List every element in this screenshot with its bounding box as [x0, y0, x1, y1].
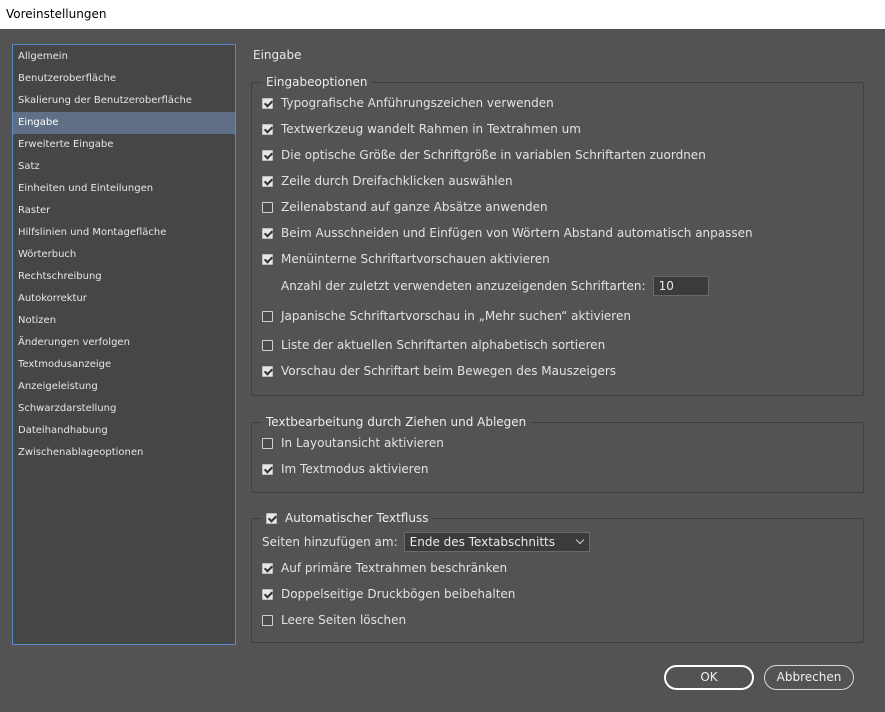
checkbox[interactable]	[262, 463, 273, 475]
checkbox[interactable]	[262, 562, 273, 574]
hover-preview-option[interactable]: Vorschau der Schriftart beim Bewegen des…	[262, 363, 616, 379]
sidebar-item-textmodusanzeige[interactable]: Textmodusanzeige	[13, 354, 235, 376]
sidebar-item-anzeigeleistung[interactable]: Anzeigeleistung	[13, 376, 235, 398]
sidebar-item-satz[interactable]: Satz	[13, 156, 235, 178]
smart-reflow-group: Automatischer Textfluss Seiten hinzufüge…	[251, 510, 864, 643]
checkbox[interactable]	[262, 339, 273, 351]
checkbox[interactable]	[262, 365, 273, 377]
checkbox-label: Die optische Größe der Schriftgröße in v…	[281, 148, 706, 162]
checkbox[interactable]	[262, 175, 273, 187]
checkbox-label: Liste der aktuellen Schriftarten alphabe…	[281, 338, 606, 352]
checkbox[interactable]	[262, 437, 273, 449]
chevron-down-icon	[575, 535, 584, 545]
page-title: Eingabe	[253, 48, 302, 62]
window-title: Voreinstellungen	[0, 0, 885, 29]
recent-fonts-row: Anzahl der zuletzt verwendeten anzuzeige…	[281, 276, 709, 296]
checkbox-label: In Layoutansicht aktivieren	[281, 436, 444, 450]
sidebar-item-benutzeroberflaeche[interactable]: Benutzeroberfläche	[13, 68, 235, 90]
cancel-button[interactable]: Abbrechen	[764, 665, 854, 690]
checkbox-label: Im Textmodus aktivieren	[281, 462, 429, 476]
add-pages-row: Seiten hinzufügen am: Ende des Textabsch…	[262, 532, 590, 552]
checkbox[interactable]	[262, 123, 273, 135]
japanese-preview-option[interactable]: Japanische Schriftartvorschau in „Mehr s…	[262, 308, 631, 324]
checkbox[interactable]	[262, 97, 273, 109]
sidebar-item-autokorrektur[interactable]: Autokorrektur	[13, 288, 235, 310]
checkbox[interactable]	[262, 310, 273, 322]
checkbox-label: Doppelseitige Druckbögen beibehalten	[281, 587, 516, 601]
sidebar-item-schwarzdarstellung[interactable]: Schwarzdarstellung	[13, 398, 235, 420]
typographic-quotes-option[interactable]: Typografische Anführungszeichen verwende…	[262, 95, 554, 111]
checkbox-label: Menüinterne Schriftartvorschauen aktivie…	[281, 252, 550, 266]
checkbox-label: Japanische Schriftartvorschau in „Mehr s…	[281, 309, 631, 323]
group-title: Eingabeoptionen	[262, 74, 372, 90]
checkbox-label: Textwerkzeug wandelt Rahmen in Textrahme…	[281, 122, 581, 136]
checkbox-label: Vorschau der Schriftart beim Bewegen des…	[281, 364, 617, 378]
optical-size-option[interactable]: Die optische Größe der Schriftgröße in v…	[262, 147, 706, 163]
checkbox[interactable]	[262, 614, 273, 626]
ok-button[interactable]: OK	[664, 665, 754, 690]
sidebar-item-woerterbuch[interactable]: Wörterbuch	[13, 244, 235, 266]
group-title: Textbearbeitung durch Ziehen und Ablegen	[262, 414, 531, 430]
checkbox-label: Beim Ausschneiden und Einfügen von Wörte…	[281, 226, 753, 240]
sidebar-item-allgemein[interactable]: Allgemein	[13, 46, 235, 68]
checkbox-label: Zeile durch Dreifachklicken auswählen	[281, 174, 513, 188]
checkbox[interactable]	[262, 201, 273, 213]
checkbox-label: Automatischer Textfluss	[285, 511, 429, 525]
preserve-spreads-option[interactable]: Doppelseitige Druckbögen beibehalten	[262, 586, 515, 602]
recent-fonts-input[interactable]: 10	[652, 276, 709, 296]
sidebar-item-rechtschreibung[interactable]: Rechtschreibung	[13, 266, 235, 288]
sidebar-item-hilfslinien[interactable]: Hilfslinien und Montagefläche	[13, 222, 235, 244]
checkbox-label: Leere Seiten löschen	[281, 613, 407, 627]
sidebar-item-erweiterte-eingabe[interactable]: Erweiterte Eingabe	[13, 134, 235, 156]
input-options-group: Eingabeoptionen Typografische Anführungs…	[251, 74, 864, 396]
preferences-dialog: Allgemein Benutzeroberfläche Skalierung …	[0, 29, 885, 712]
checkbox[interactable]	[262, 253, 273, 265]
select-value: Ende des Textabschnitts	[409, 535, 556, 549]
checkbox[interactable]	[262, 149, 273, 161]
sidebar-item-zwischenablage[interactable]: Zwischenablageoptionen	[13, 442, 235, 464]
checkbox-label: Auf primäre Textrahmen beschränken	[281, 561, 508, 575]
sidebar: Allgemein Benutzeroberfläche Skalierung …	[12, 44, 236, 645]
checkbox[interactable]	[266, 512, 277, 524]
sidebar-item-dateihandhabung[interactable]: Dateihandhabung	[13, 420, 235, 442]
limit-primary-option[interactable]: Auf primäre Textrahmen beschränken	[262, 560, 507, 576]
triple-click-option[interactable]: Zeile durch Dreifachklicken auswählen	[262, 173, 513, 189]
recent-fonts-label: Anzahl der zuletzt verwendeten anzuzeige…	[281, 279, 646, 293]
sort-fonts-option[interactable]: Liste der aktuellen Schriftarten alphabe…	[262, 337, 605, 353]
sidebar-item-notizen[interactable]: Notizen	[13, 310, 235, 332]
checkbox[interactable]	[262, 588, 273, 600]
add-pages-select[interactable]: Ende des Textabschnitts	[403, 532, 590, 552]
adjust-spacing-option[interactable]: Beim Ausschneiden und Einfügen von Wörte…	[262, 225, 753, 241]
leading-whole-option[interactable]: Zeilenabstand auf ganze Absätze anwenden	[262, 199, 548, 215]
delete-empty-option[interactable]: Leere Seiten löschen	[262, 612, 406, 628]
menu-preview-option[interactable]: Menüinterne Schriftartvorschauen aktivie…	[262, 251, 550, 267]
checkbox-label: Zeilenabstand auf ganze Absätze anwenden	[281, 200, 548, 214]
sidebar-item-raster[interactable]: Raster	[13, 200, 235, 222]
drag-drop-group: Textbearbeitung durch Ziehen und Ablegen…	[251, 414, 864, 493]
type-tool-converts-option[interactable]: Textwerkzeug wandelt Rahmen in Textrahme…	[262, 121, 581, 137]
sidebar-item-skalierung[interactable]: Skalierung der Benutzeroberfläche	[13, 90, 235, 112]
sidebar-item-einheiten[interactable]: Einheiten und Einteilungen	[13, 178, 235, 200]
story-editor-option[interactable]: Im Textmodus aktivieren	[262, 461, 428, 477]
checkbox-label: Typografische Anführungszeichen verwende…	[281, 96, 554, 110]
smart-reflow-toggle[interactable]: Automatischer Textfluss	[262, 510, 433, 526]
sidebar-item-eingabe[interactable]: Eingabe	[13, 112, 235, 134]
sidebar-item-aenderungen[interactable]: Änderungen verfolgen	[13, 332, 235, 354]
add-pages-label: Seiten hinzufügen am:	[262, 535, 398, 549]
layout-view-option[interactable]: In Layoutansicht aktivieren	[262, 435, 444, 451]
checkbox[interactable]	[262, 227, 273, 239]
